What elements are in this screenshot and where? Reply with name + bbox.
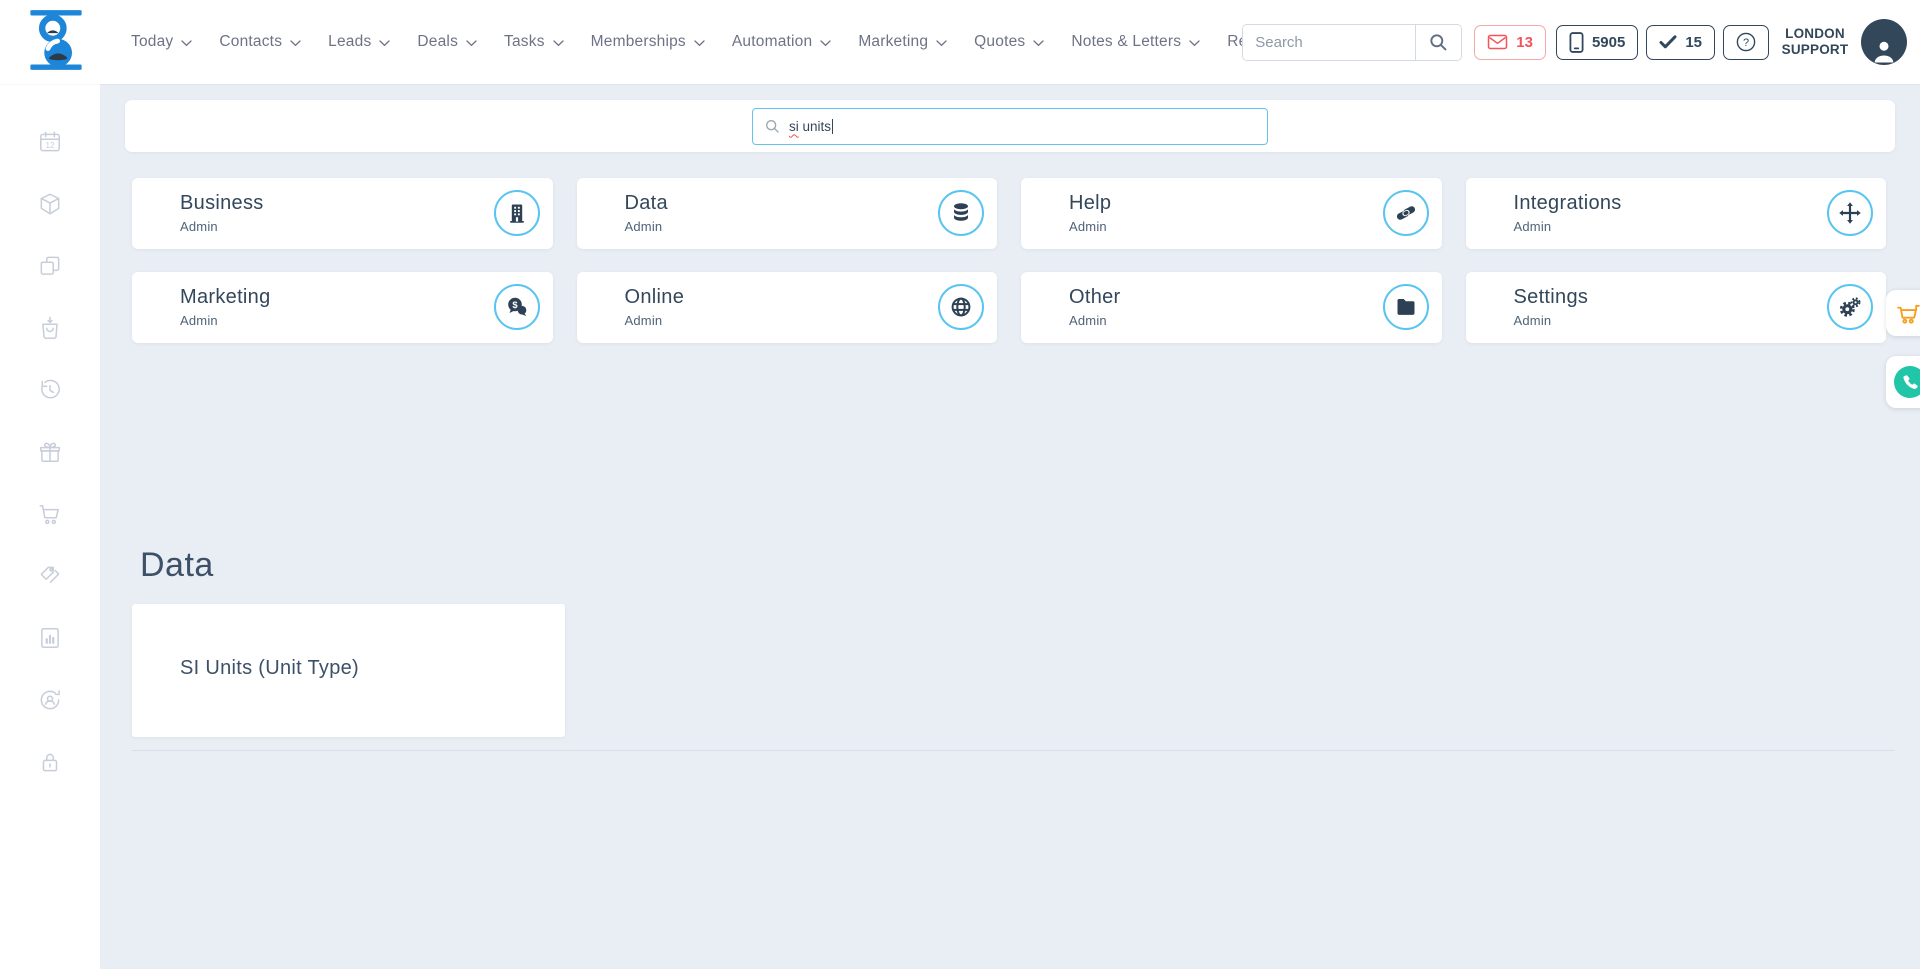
app-root: Today Contacts Leads Deals Tasks Members… bbox=[0, 0, 1920, 969]
gears-icon bbox=[1827, 284, 1873, 330]
nav-label: Today bbox=[131, 33, 174, 50]
chevron-down-icon bbox=[379, 39, 391, 46]
folder-icon bbox=[1382, 284, 1429, 330]
chevron-down-icon bbox=[553, 39, 564, 46]
phone-icon bbox=[1894, 366, 1920, 398]
chevron-down-icon bbox=[694, 39, 705, 46]
nav-item-leads[interactable]: Leads bbox=[328, 33, 391, 51]
nav-item-tasks[interactable]: Tasks bbox=[504, 33, 564, 51]
search-button[interactable] bbox=[1415, 24, 1462, 60]
history-icon[interactable] bbox=[37, 377, 63, 403]
nav-label: Contacts bbox=[219, 33, 283, 50]
chevron-down-icon bbox=[936, 39, 947, 46]
shopping-bag-icon[interactable] bbox=[37, 315, 63, 341]
mobile-icon bbox=[1569, 31, 1584, 53]
nav-label: Deals bbox=[417, 33, 459, 50]
chevron-down-icon bbox=[290, 39, 301, 46]
section-divider bbox=[132, 750, 1895, 751]
main-navigation: Today Contacts Leads Deals Tasks Members… bbox=[131, 0, 1363, 84]
database-icon bbox=[938, 190, 984, 236]
calendar-icon[interactable]: 12 bbox=[37, 129, 63, 155]
category-card-business[interactable]: Business Admin bbox=[132, 178, 553, 249]
globe-icon bbox=[938, 284, 984, 330]
nav-item-deals[interactable]: Deals bbox=[417, 33, 477, 51]
search-icon bbox=[766, 119, 779, 133]
nav-item-marketing[interactable]: Marketing bbox=[858, 33, 947, 51]
chevron-down-icon bbox=[820, 39, 831, 46]
results-section-heading: Data bbox=[140, 546, 214, 584]
phone-widget[interactable] bbox=[1886, 356, 1920, 408]
svg-text:$: $ bbox=[512, 300, 518, 311]
gift-icon[interactable] bbox=[37, 439, 63, 465]
tasks-badge[interactable]: 15 bbox=[1646, 24, 1715, 60]
admin-search-input[interactable]: si units bbox=[752, 107, 1268, 145]
lock-icon[interactable] bbox=[37, 749, 63, 775]
global-search-input[interactable] bbox=[1243, 24, 1416, 60]
package-icon[interactable] bbox=[37, 191, 63, 217]
nav-label: Notes & Letters bbox=[1071, 33, 1182, 50]
nav-label: Memberships bbox=[590, 33, 686, 50]
svg-text:12: 12 bbox=[45, 141, 55, 150]
nav-item-memberships[interactable]: Memberships bbox=[591, 33, 705, 51]
category-card-integrations[interactable]: Integrations Admin bbox=[1465, 178, 1886, 249]
nav-label: Leads bbox=[328, 33, 372, 50]
report-icon[interactable] bbox=[37, 625, 63, 651]
chat-dollar-icon: $ bbox=[493, 284, 540, 330]
handshake-icon bbox=[1382, 190, 1429, 236]
global-search bbox=[1242, 23, 1463, 61]
text-caret bbox=[832, 118, 834, 134]
nav-item-automation[interactable]: Automation bbox=[732, 33, 831, 51]
result-item-si-units[interactable]: SI Units (Unit Type) bbox=[132, 604, 565, 737]
cart-icon[interactable] bbox=[37, 501, 63, 527]
hourglass-logo[interactable] bbox=[28, 8, 84, 72]
nav-label: Automation bbox=[731, 33, 813, 50]
help-badge[interactable]: ? bbox=[1723, 24, 1769, 60]
search-icon bbox=[1430, 33, 1447, 50]
nav-item-contacts[interactable]: Contacts bbox=[219, 33, 301, 51]
category-card-online[interactable]: Online Admin bbox=[576, 272, 997, 343]
result-label: SI Units (Unit Type) bbox=[180, 657, 360, 679]
cart-widget[interactable] bbox=[1886, 290, 1920, 336]
tags-icon[interactable] bbox=[37, 563, 63, 589]
chevron-down-icon bbox=[1033, 39, 1045, 46]
admin-search-panel: si units bbox=[125, 100, 1895, 152]
building-icon bbox=[493, 190, 540, 236]
avatar[interactable] bbox=[1861, 19, 1907, 65]
category-card-help[interactable]: Help Admin bbox=[1021, 178, 1442, 249]
user-name[interactable]: LONDON SUPPORT bbox=[1777, 26, 1853, 58]
chevron-down-icon bbox=[1189, 39, 1200, 46]
question-icon: ? bbox=[1736, 32, 1756, 52]
svg-text:?: ? bbox=[1743, 37, 1749, 49]
cart-icon bbox=[1897, 304, 1920, 324]
category-card-data[interactable]: Data Admin bbox=[576, 178, 997, 249]
nav-item-today[interactable]: Today bbox=[131, 33, 193, 51]
mail-badge[interactable]: 13 bbox=[1474, 24, 1546, 60]
main-content: si units Business Admin Data Admin Help bbox=[100, 84, 1920, 969]
left-sidebar: 12 bbox=[0, 84, 100, 969]
nav-label: Quotes bbox=[974, 33, 1026, 50]
mail-count: 13 bbox=[1516, 33, 1533, 51]
admin-category-grid: Business Admin Data Admin Help Admin Int… bbox=[132, 178, 1886, 343]
phone-count: 5905 bbox=[1591, 33, 1626, 51]
envelope-icon bbox=[1488, 34, 1508, 50]
account-sync-icon[interactable] bbox=[37, 687, 63, 713]
nav-item-quotes[interactable]: Quotes bbox=[974, 33, 1045, 51]
nav-label: Marketing bbox=[858, 33, 929, 50]
tasks-count: 15 bbox=[1685, 33, 1702, 51]
chevron-down-icon bbox=[466, 39, 477, 46]
topbar-right-controls: 13 5905 15 ? LONDON SUPPORT bbox=[1242, 0, 1907, 84]
category-card-marketing[interactable]: Marketing Admin $ bbox=[132, 272, 553, 343]
check-icon bbox=[1659, 35, 1677, 49]
category-card-other[interactable]: Other Admin bbox=[1021, 272, 1442, 343]
phone-badge[interactable]: 5905 bbox=[1555, 24, 1639, 60]
category-card-settings[interactable]: Settings Admin bbox=[1465, 272, 1886, 343]
nav-label: Tasks bbox=[504, 33, 545, 50]
chevron-down-icon bbox=[181, 39, 193, 46]
top-bar: Today Contacts Leads Deals Tasks Members… bbox=[0, 0, 1920, 84]
person-icon bbox=[1874, 41, 1894, 63]
duplicate-icon[interactable] bbox=[37, 253, 63, 279]
nav-item-notes-letters[interactable]: Notes & Letters bbox=[1071, 33, 1200, 51]
admin-search-value: si units bbox=[789, 118, 834, 134]
move-arrows-icon bbox=[1827, 190, 1873, 236]
